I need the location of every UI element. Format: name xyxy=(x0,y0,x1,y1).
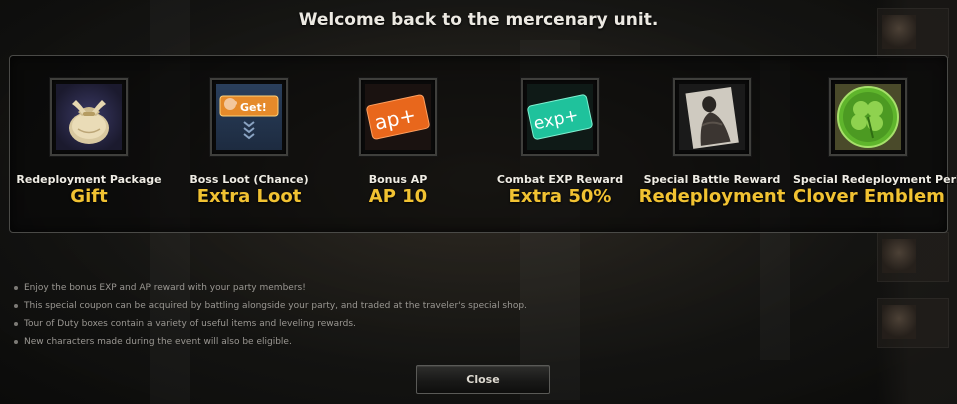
reward-label: Boss Loot (Chance) xyxy=(189,173,309,186)
reward-label: Special Battle Reward xyxy=(643,173,781,186)
reward-special-perk: Special Redeployment Perk Clover Emblem xyxy=(793,56,957,207)
reward-redeployment-package: Redeployment Package Gift xyxy=(14,56,164,207)
reward-value: AP 10 xyxy=(368,186,428,207)
reward-icon-frame xyxy=(829,78,907,156)
loot-get-text: Get! xyxy=(240,101,267,114)
close-button[interactable]: Close xyxy=(416,365,550,394)
reward-label: Special Redeployment Perk xyxy=(793,173,957,186)
note-item: Tour of Duty boxes contain a variety of … xyxy=(14,315,527,333)
party-slot xyxy=(877,298,949,348)
party-slot xyxy=(877,232,949,282)
reward-icon-frame xyxy=(673,78,751,156)
bullet-icon xyxy=(14,321,18,326)
reward-value: Clover Emblem xyxy=(793,186,945,207)
loot-get-icon: Get! xyxy=(216,84,282,150)
note-item: New characters made during the event wil… xyxy=(14,333,527,351)
reward-value: Extra Loot xyxy=(196,186,302,207)
note-item: This special coupon can be acquired by b… xyxy=(14,297,527,315)
clover-emblem-icon xyxy=(835,84,901,150)
rewards-panel: Redeployment Package Gift Get! Boss Loot… xyxy=(9,55,957,233)
character-card-icon xyxy=(679,84,745,150)
dialog-title: Welcome back to the mercenary unit. xyxy=(298,10,659,30)
reward-boss-loot: Get! Boss Loot (Chance) Extra Loot xyxy=(174,56,324,207)
reward-combat-exp: exp+ Combat EXP Reward Extra 50% xyxy=(485,56,635,207)
note-text: New characters made during the event wil… xyxy=(24,337,292,347)
reward-special-battle: Special Battle Reward Redeployment xyxy=(637,56,787,207)
bullet-icon xyxy=(14,285,18,290)
bullet-icon xyxy=(14,303,18,308)
reward-icon-frame: exp+ xyxy=(521,78,599,156)
note-text: This special coupon can be acquired by b… xyxy=(24,301,527,311)
reward-icon-frame xyxy=(50,78,128,156)
gift-bag-icon xyxy=(56,84,122,150)
reward-value: Extra 50% xyxy=(508,186,612,207)
bullet-icon xyxy=(14,339,18,344)
reward-label: Bonus AP xyxy=(368,173,428,186)
reward-icon-frame: Get! xyxy=(210,78,288,156)
exp-plus-icon: exp+ xyxy=(527,84,593,150)
note-text: Tour of Duty boxes contain a variety of … xyxy=(24,319,356,329)
reward-label: Combat EXP Reward xyxy=(496,173,624,186)
ap-plus-icon: ap+ xyxy=(365,84,431,150)
note-item: Enjoy the bonus EXP and AP reward with y… xyxy=(14,279,527,297)
reward-value: Gift xyxy=(70,186,108,207)
event-notes: Enjoy the bonus EXP and AP reward with y… xyxy=(14,279,527,351)
reward-bonus-ap: ap+ Bonus AP AP 10 xyxy=(323,56,473,207)
note-text: Enjoy the bonus EXP and AP reward with y… xyxy=(24,283,306,293)
reward-value: Redeployment xyxy=(638,186,786,207)
reward-icon-frame: ap+ xyxy=(359,78,437,156)
reward-label: Redeployment Package xyxy=(16,173,162,186)
